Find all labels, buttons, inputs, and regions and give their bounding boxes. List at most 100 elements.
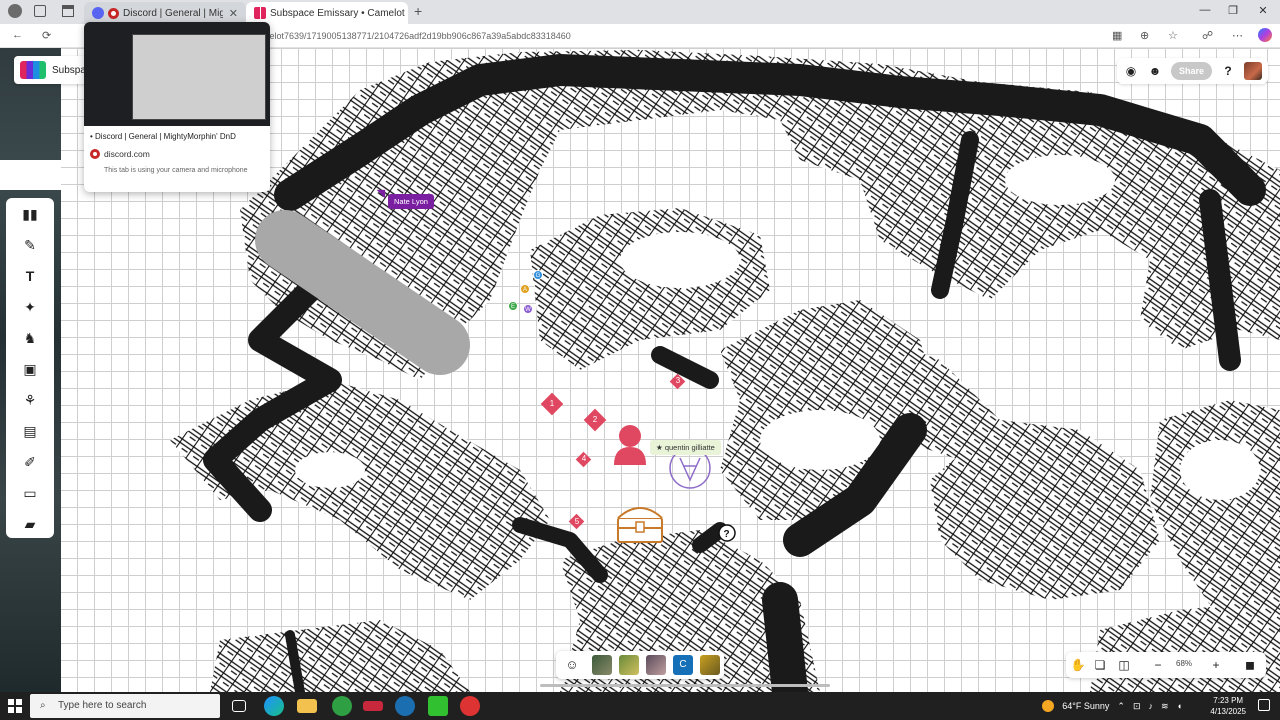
dashboard-icon[interactable]: ▮▮ — [22, 206, 38, 222]
camelot-logo-icon — [254, 7, 266, 19]
pen-icon[interactable]: ✐ — [22, 454, 38, 470]
avatar-4[interactable]: C — [673, 655, 693, 675]
minimize-icon[interactable]: — — [1190, 4, 1220, 16]
emoji-icon[interactable]: ☺ — [562, 655, 582, 675]
search-placeholder: Type here to search — [58, 700, 147, 711]
menu-icon[interactable]: ⋯ — [1232, 29, 1243, 42]
player-token[interactable] — [614, 425, 646, 465]
horizontal-scrollbar[interactable] — [540, 684, 830, 687]
party-token[interactable]: G — [533, 270, 543, 280]
person-icon[interactable]: ☻ — [1147, 63, 1163, 79]
text-icon[interactable]: T — [22, 268, 38, 284]
clock-time: 7:23 PM — [1213, 696, 1244, 705]
preview-map-image — [132, 34, 266, 120]
avatar-5[interactable] — [700, 655, 720, 675]
browser-tab-strip: Discord | General | MightyMorphin' DnD ✕… — [0, 0, 1280, 24]
close-icon[interactable]: ✕ — [405, 7, 408, 20]
app-logo[interactable]: Subspa — [14, 56, 88, 84]
close-icon[interactable]: ✕ — [1248, 4, 1278, 17]
avatar-3[interactable] — [646, 655, 666, 675]
app-green-icon[interactable] — [428, 696, 448, 716]
plus-icon[interactable]: + — [414, 3, 422, 19]
zoom-out-icon[interactable]: − — [1150, 657, 1166, 673]
collections-icon[interactable]: ☍ — [1202, 29, 1213, 42]
clock-date: 4/13/2025 — [1210, 707, 1246, 716]
screen-icon[interactable]: ◫ — [1116, 657, 1132, 673]
player-name-tag: Nate Lyon — [388, 194, 434, 209]
tab-title: Discord | General | MightyMorphin' DnD — [123, 7, 223, 19]
tray-chevron-icon[interactable]: ⌃ — [1117, 701, 1125, 712]
marker-label: 1 — [549, 399, 555, 408]
file-explorer-icon[interactable] — [297, 699, 317, 713]
help-icon[interactable]: ? — [1220, 63, 1236, 79]
layers-icon[interactable]: ❏ — [1092, 657, 1108, 673]
favorite-icon[interactable]: ☆ — [1168, 29, 1178, 42]
speaker-icon[interactable]: ◖ — [1177, 701, 1182, 711]
svg-text:?: ? — [724, 529, 730, 540]
treasure-chest-icon[interactable] — [617, 507, 663, 543]
notification-icon[interactable] — [1258, 699, 1270, 711]
avatar-1[interactable] — [592, 655, 612, 675]
user-avatar[interactable] — [1244, 62, 1262, 80]
tab-actions-icon[interactable] — [62, 5, 74, 17]
avatar-2[interactable] — [619, 655, 639, 675]
token-name-tag: ★ quentin gilliatte — [650, 440, 721, 455]
tab-discord[interactable]: Discord | General | MightyMorphin' DnD ✕ — [84, 2, 246, 24]
party-token[interactable]: E — [508, 301, 518, 311]
address-bar[interactable]: melot7639/1719005138771/2104726adf2d19bb… — [262, 27, 1102, 45]
wifi-icon[interactable]: ≋ — [1161, 701, 1169, 712]
recording-icon — [108, 7, 119, 19]
marker-label: 2 — [592, 415, 598, 424]
volume-icon[interactable]: ♪ — [1149, 701, 1154, 711]
workspaces-icon[interactable] — [34, 5, 46, 17]
folder-icon[interactable]: ▰ — [22, 516, 38, 532]
preview-note: This tab is using your camera and microp… — [104, 167, 248, 174]
steam-icon[interactable] — [395, 696, 415, 716]
preview-domain-text: discord.com — [104, 149, 150, 159]
party-token[interactable]: W — [523, 304, 533, 314]
marker-label: 3 — [675, 376, 681, 385]
drawn-stroke — [762, 582, 808, 692]
hand-icon[interactable]: ✋ — [1070, 657, 1086, 673]
xbox-icon[interactable] — [332, 696, 352, 716]
rock-wall — [1090, 600, 1280, 692]
fullscreen-icon[interactable]: ◼ — [1242, 657, 1258, 673]
table-icon[interactable]: ▤ — [22, 423, 38, 439]
party-token[interactable]: A — [520, 284, 530, 294]
image-icon[interactable]: ▣ — [22, 361, 38, 377]
network-icon[interactable]: ⚘ — [22, 392, 38, 408]
archive-icon[interactable]: ▭ — [22, 485, 38, 501]
share-button[interactable]: Share — [1170, 62, 1212, 80]
profile-icon[interactable] — [8, 4, 22, 18]
close-icon[interactable]: ✕ — [223, 7, 238, 20]
marker-label: 5 — [574, 517, 580, 526]
windows-taskbar: ⌕ Type here to search 64°F Sunny ⌃ ⊡ ♪ ≋… — [0, 692, 1280, 720]
taskbar-search[interactable]: ⌕ Type here to search — [30, 694, 220, 718]
restore-icon[interactable]: ❐ — [1218, 4, 1248, 17]
task-view-icon[interactable] — [232, 700, 246, 712]
chat-icon[interactable]: ◉ — [1123, 63, 1139, 79]
shapes-icon[interactable]: ✦ — [22, 299, 38, 315]
camelot-logo-icon — [20, 61, 46, 79]
taskbar-clock[interactable]: 7:23 PM 4/13/2025 — [1210, 695, 1246, 717]
tab-camelot[interactable]: Subspace Emissary • Camelot ✕ — [246, 2, 408, 24]
rock-wall — [210, 620, 470, 692]
tab-title: Subspace Emissary • Camelot — [270, 7, 405, 19]
zoom-in-icon[interactable]: + — [1208, 657, 1224, 673]
weather-text[interactable]: 64°F Sunny — [1062, 701, 1109, 711]
unit-icon[interactable]: ♞ — [22, 330, 38, 346]
marker-label: 4 — [581, 454, 587, 463]
reload-icon[interactable]: ⟳ — [42, 29, 51, 42]
windows-start-icon[interactable] — [8, 699, 22, 713]
app-red-icon[interactable] — [363, 701, 383, 711]
app-record-icon[interactable] — [460, 696, 480, 716]
copilot-icon[interactable] — [1258, 28, 1272, 42]
note-icon[interactable]: ✎ — [22, 237, 38, 253]
token-dock: ☺ C — [556, 651, 724, 679]
weather-icon — [1042, 700, 1055, 712]
network-icon[interactable]: ⊡ — [1133, 701, 1141, 712]
back-icon[interactable]: ← — [12, 29, 23, 41]
extension-icon[interactable]: ⊕ — [1140, 29, 1149, 42]
reader-icon[interactable]: ▦ — [1112, 29, 1122, 42]
edge-icon[interactable] — [264, 696, 284, 716]
